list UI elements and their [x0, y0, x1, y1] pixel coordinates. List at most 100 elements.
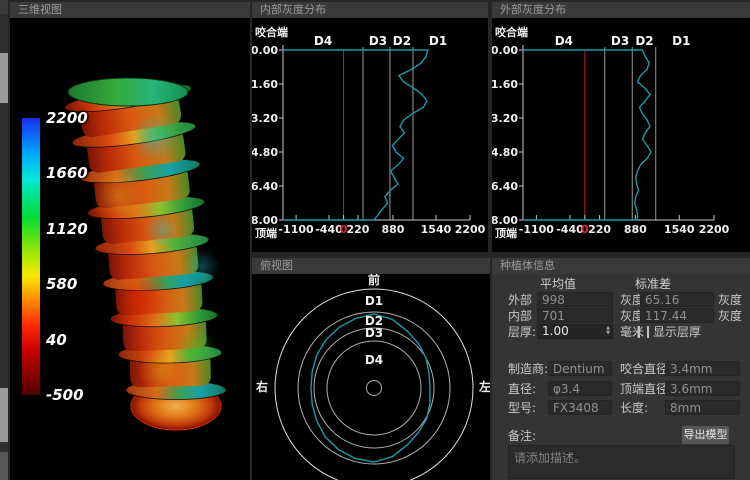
- std-column-header: 标准差: [635, 277, 671, 291]
- internal-std-field[interactable]: [640, 308, 714, 323]
- thickness-divider-bar-icon[interactable]: [647, 326, 649, 338]
- zone-label: D4: [314, 34, 332, 48]
- implant-color-patch: [112, 268, 172, 328]
- external-std-unit: 灰度: [718, 293, 742, 307]
- panel-top-view: 俯视图 前 右 左 D1 D2 D3 D4: [252, 258, 490, 480]
- color-scale-tick-label: 1660: [46, 164, 88, 182]
- implant-screw: [63, 78, 226, 430]
- x-tick-label: 220: [347, 223, 370, 236]
- panel-implant-info-title: 种植体信息: [492, 258, 750, 274]
- thickness-label: 层厚:: [508, 325, 536, 339]
- d2-circle: [314, 328, 434, 448]
- color-scale-tick-label: 1120: [46, 220, 88, 238]
- manufacturer-field[interactable]: [548, 361, 612, 376]
- zone-label-d3: D3: [365, 326, 383, 340]
- implant-color-patch: [145, 213, 179, 247]
- zone-label: D1: [672, 34, 690, 48]
- x-tick-label: 880: [624, 223, 647, 236]
- y-tick-label: 8.00: [492, 214, 518, 227]
- diameter-label: 直径:: [508, 382, 536, 396]
- x-tick-label: -1100: [519, 223, 555, 236]
- y-tick-label: 4.80: [252, 146, 278, 159]
- notes-textarea[interactable]: [508, 445, 735, 479]
- stepper-arrows-icon[interactable]: ▲▼: [606, 326, 610, 336]
- zone-label: D4: [555, 34, 573, 48]
- color-scale-tick-label: -500: [46, 386, 84, 404]
- left-scrollbar-thumb[interactable]: [0, 53, 8, 103]
- front-label: 前: [368, 272, 380, 287]
- x-tick-label: -1100: [278, 223, 314, 236]
- left-scrollbar-thumb[interactable]: [0, 452, 8, 480]
- model-field[interactable]: [548, 400, 612, 415]
- external-row-label: 外部: [508, 293, 532, 307]
- occlusal-end-label: 咬合端: [495, 25, 528, 39]
- x-tick-label: 1540: [421, 223, 452, 236]
- y-tick-label: 1.60: [492, 78, 518, 91]
- internal-std-unit: 灰度: [718, 309, 742, 323]
- top-view-diagram: 前 右 左 D1 D2 D3 D4: [252, 258, 490, 480]
- implant-color-patch: [92, 170, 144, 222]
- external-std-field[interactable]: [640, 292, 714, 307]
- export-model-button[interactable]: 导出模型: [682, 426, 729, 444]
- occlusal-diameter-field[interactable]: [665, 361, 740, 376]
- external-distribution-chart: 0.001.603.204.806.408.00-1100-4400220880…: [492, 2, 750, 252]
- panel-implant-info: 种植体信息 平均值 标准差 外部 灰度 灰度 内部 灰度 灰度 层厚: 1.00…: [492, 258, 750, 480]
- thickness-stepper[interactable]: 1.00 ▲▼: [537, 324, 613, 339]
- x-tick-label: 880: [381, 223, 404, 236]
- color-scale-bar: [22, 118, 40, 395]
- y-tick-label: 1.60: [252, 78, 278, 91]
- thickness-unit: 毫米: [620, 325, 644, 339]
- thickness-divider-bar-icon[interactable]: [638, 326, 640, 338]
- zone-label: D2: [635, 34, 653, 48]
- implant-color-patch: [138, 348, 182, 392]
- notes-label: 备注:: [508, 429, 536, 443]
- x-tick-label: -440: [556, 223, 584, 236]
- implant-3d-model[interactable]: [10, 18, 250, 480]
- apex-diameter-field[interactable]: [665, 381, 740, 396]
- thickness-value: 1.00: [542, 324, 569, 338]
- implant-color-patch: [131, 114, 179, 162]
- apex-end-label: 顶端: [495, 226, 517, 240]
- zone-label-d4: D4: [365, 353, 383, 367]
- y-tick-label: 6.40: [252, 180, 278, 193]
- y-tick-label: 3.20: [252, 112, 278, 125]
- center-hole-circle: [367, 381, 382, 396]
- internal-distribution-chart: 0.001.603.204.806.408.00-1100-4400220880…: [252, 2, 488, 252]
- panel-external-distribution: 外部灰度分布 0.001.603.204.806.408.00-1100-440…: [492, 2, 750, 252]
- length-field[interactable]: [665, 400, 740, 415]
- panel-3d-view: 三维视图: [10, 2, 250, 480]
- x-tick-label: 220: [588, 223, 611, 236]
- zone-label: D3: [369, 34, 387, 48]
- implant-info-body: 平均值 标准差 外部 灰度 灰度 内部 灰度 灰度 层厚: 1.00 ▲▼ 毫米…: [492, 274, 750, 480]
- implant-color-patch: [176, 328, 216, 368]
- y-tick-label: 8.00: [252, 214, 278, 227]
- show-thickness-toggle[interactable]: 显示层厚: [653, 325, 701, 339]
- left-scrollbar-track-top: [0, 0, 8, 14]
- left-scrollbar-thumb[interactable]: [0, 388, 8, 442]
- zone-label: D2: [393, 34, 411, 48]
- right-side-label: 右: [255, 379, 268, 394]
- y-tick-label: 0.00: [492, 44, 518, 57]
- y-tick-label: 0.00: [252, 44, 278, 57]
- x-tick-label: 2200: [455, 223, 486, 236]
- panel-3d-view-title: 三维视图: [10, 2, 250, 18]
- manufacturer-label: 制造商:: [508, 362, 548, 376]
- y-tick-label: 4.80: [492, 146, 518, 159]
- left-scrollbar: [0, 0, 8, 480]
- left-side-label: 左: [478, 379, 490, 394]
- apex-end-label: 顶端: [255, 226, 277, 240]
- x-tick-label: 2200: [699, 223, 730, 236]
- length-label: 长度:: [620, 401, 648, 415]
- implant-top-cap: [68, 78, 188, 106]
- panel-external-title: 外部灰度分布: [492, 2, 750, 18]
- panel-top-view-title: 俯视图: [252, 258, 490, 274]
- y-tick-label: 3.20: [492, 112, 518, 125]
- color-scale-tick-label: 580: [46, 275, 77, 293]
- profile-curve: [283, 50, 428, 220]
- internal-mean-field[interactable]: [537, 308, 613, 323]
- diameter-field[interactable]: [548, 381, 612, 396]
- external-mean-field[interactable]: [537, 292, 613, 307]
- x-tick-label: 1540: [664, 223, 695, 236]
- mean-column-header: 平均值: [540, 277, 576, 291]
- panel-internal-title: 内部灰度分布: [252, 2, 488, 18]
